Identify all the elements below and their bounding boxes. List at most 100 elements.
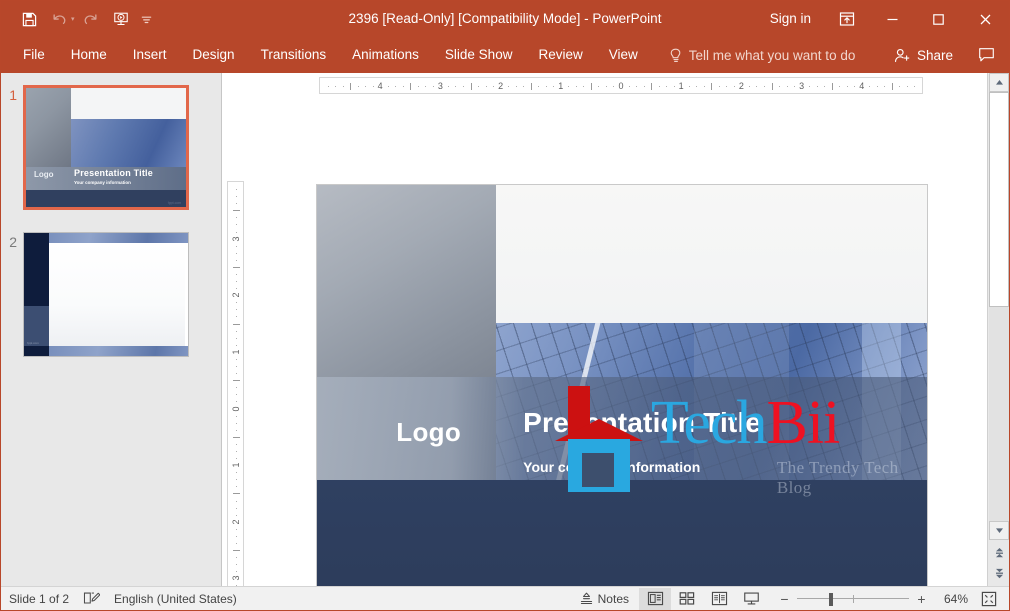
scrollbar-thumb[interactable] xyxy=(989,92,1009,307)
slide-thumbnail-pane[interactable]: 1 Logo Presentation Title Your company i… xyxy=(1,73,222,588)
tab-view[interactable]: View xyxy=(596,37,651,73)
tab-slide-show[interactable]: Slide Show xyxy=(432,37,526,73)
ruler-tick xyxy=(613,86,615,87)
vertical-scrollbar[interactable] xyxy=(987,73,1009,588)
ruler-tick xyxy=(470,83,472,90)
previous-slide-icon[interactable] xyxy=(989,543,1009,562)
thumbnail-number-2: 2 xyxy=(9,234,17,250)
ruler-tick xyxy=(485,86,487,87)
mini2-credit-text: fppt.com xyxy=(27,340,39,345)
share-button[interactable]: Share xyxy=(884,37,963,73)
thumbnail-slide-2[interactable]: 2 fppt.com xyxy=(1,232,189,357)
ruler-tick-label: 3 xyxy=(231,236,241,242)
undo-icon[interactable] xyxy=(45,6,73,32)
notes-button[interactable]: Notes xyxy=(570,587,639,611)
ribbon-display-options-icon[interactable] xyxy=(825,1,869,37)
tab-insert[interactable]: Insert xyxy=(120,37,180,73)
spell-check-icon[interactable] xyxy=(83,591,101,606)
ruler-tick xyxy=(914,86,916,87)
normal-view-icon[interactable] xyxy=(639,587,671,610)
fit-to-window-icon[interactable] xyxy=(975,588,1003,610)
ruler-tick-label: 2 xyxy=(498,81,504,91)
ruler-tick xyxy=(545,86,547,87)
tab-home[interactable]: Home xyxy=(58,37,120,73)
slide-sorter-icon[interactable] xyxy=(671,588,703,610)
language-indicator[interactable]: English (United States) xyxy=(114,592,237,606)
slide-show-icon[interactable] xyxy=(735,588,767,610)
scrollbar-track[interactable] xyxy=(989,307,1009,521)
redo-icon[interactable] xyxy=(77,6,105,32)
caret-down-icon[interactable] xyxy=(989,521,1009,540)
vertical-ruler[interactable]: 3 2 1 0 1 2 3 xyxy=(227,181,244,610)
ruler-tick xyxy=(417,86,419,87)
zoom-out-button[interactable]: − xyxy=(779,591,790,607)
ruler-tick xyxy=(410,83,412,90)
ruler-tick xyxy=(711,83,713,90)
zoom-level-label[interactable]: 64% xyxy=(934,592,968,606)
ruler-tick xyxy=(824,86,826,87)
thumbnail-slide-1[interactable]: 1 Logo Presentation Title Your company i… xyxy=(1,85,189,210)
ruler-tick-label: 4 xyxy=(859,81,865,91)
zoom-slider-handle[interactable] xyxy=(829,592,833,606)
slide-counter[interactable]: Slide 1 of 2 xyxy=(9,592,69,606)
mini-glass-image xyxy=(70,118,186,171)
maximize-button[interactable] xyxy=(915,1,961,37)
close-button[interactable] xyxy=(961,1,1009,37)
ruler-tick xyxy=(365,86,367,87)
zoom-control[interactable]: − + 64% xyxy=(767,588,1003,610)
next-slide-icon[interactable] xyxy=(989,564,1009,583)
tab-review[interactable]: Review xyxy=(525,37,595,73)
ruler-tick xyxy=(236,245,237,247)
mini-left-panel xyxy=(26,88,71,167)
ruler-tick xyxy=(583,86,585,87)
slide-title-text[interactable]: Presentation Title xyxy=(523,407,761,439)
slide-logo-placeholder[interactable]: Logo xyxy=(396,417,461,448)
ruler-tick xyxy=(809,86,811,87)
zoom-slider[interactable] xyxy=(797,592,909,606)
reading-view-icon[interactable] xyxy=(703,588,735,610)
ruler-tick xyxy=(236,302,237,304)
comment-icon[interactable] xyxy=(963,37,1009,73)
minimize-button[interactable] xyxy=(869,1,915,37)
ruler-tick xyxy=(236,309,237,311)
ruler-tick-label: 1 xyxy=(558,81,564,91)
tab-design[interactable]: Design xyxy=(180,37,248,73)
undo-dropdown-icon[interactable]: ▾ xyxy=(71,15,75,23)
tab-transitions[interactable]: Transitions xyxy=(248,37,340,73)
ruler-tick xyxy=(854,86,856,87)
current-slide[interactable]: Logo Presentation Title Your company inf… xyxy=(316,184,928,610)
sign-in-button[interactable]: Sign in xyxy=(756,1,825,37)
workspace: 1 Logo Presentation Title Your company i… xyxy=(1,73,1009,610)
ruler-tick xyxy=(696,86,698,87)
quick-access-toolbar: ▾ xyxy=(1,6,157,32)
zoom-in-button[interactable]: + xyxy=(916,591,927,607)
ruler-tick-label: 3 xyxy=(437,81,443,91)
ruler-tick xyxy=(748,86,750,87)
ruler-tick xyxy=(236,564,237,566)
ruler-tick xyxy=(233,550,240,552)
mini2-content-area xyxy=(48,242,185,347)
ruler-tick xyxy=(455,86,457,87)
horizontal-ruler[interactable]: 4 3 2 1 0 1 2 3 4 xyxy=(319,77,923,94)
tab-animations[interactable]: Animations xyxy=(339,37,432,73)
caret-up-icon[interactable] xyxy=(989,73,1009,92)
ruler-tick xyxy=(643,86,645,87)
chevron-down-icon[interactable] xyxy=(137,6,157,32)
ruler-tick xyxy=(236,366,237,368)
slide-canvas-area[interactable]: Logo Presentation Title Your company inf… xyxy=(249,97,987,610)
ruler-tick xyxy=(508,86,510,87)
ruler-tick xyxy=(236,443,237,445)
ruler-tick xyxy=(233,266,240,268)
tell-me-search[interactable]: Tell me what you want to do xyxy=(669,37,855,73)
thumbnail-preview-2[interactable]: fppt.com xyxy=(23,232,189,357)
thumbnail-preview-1[interactable]: Logo Presentation Title Your company inf… xyxy=(23,85,189,210)
ruler-tick xyxy=(771,83,773,90)
ruler-tick xyxy=(876,86,878,87)
ruler-tick xyxy=(236,316,237,318)
slide-subtitle-text[interactable]: Your company information xyxy=(523,459,700,475)
ruler-tick xyxy=(636,86,638,87)
save-icon[interactable] xyxy=(15,6,43,32)
ruler-tick xyxy=(236,415,237,417)
tab-file[interactable]: File xyxy=(10,37,58,73)
slideshow-icon[interactable] xyxy=(107,6,135,32)
